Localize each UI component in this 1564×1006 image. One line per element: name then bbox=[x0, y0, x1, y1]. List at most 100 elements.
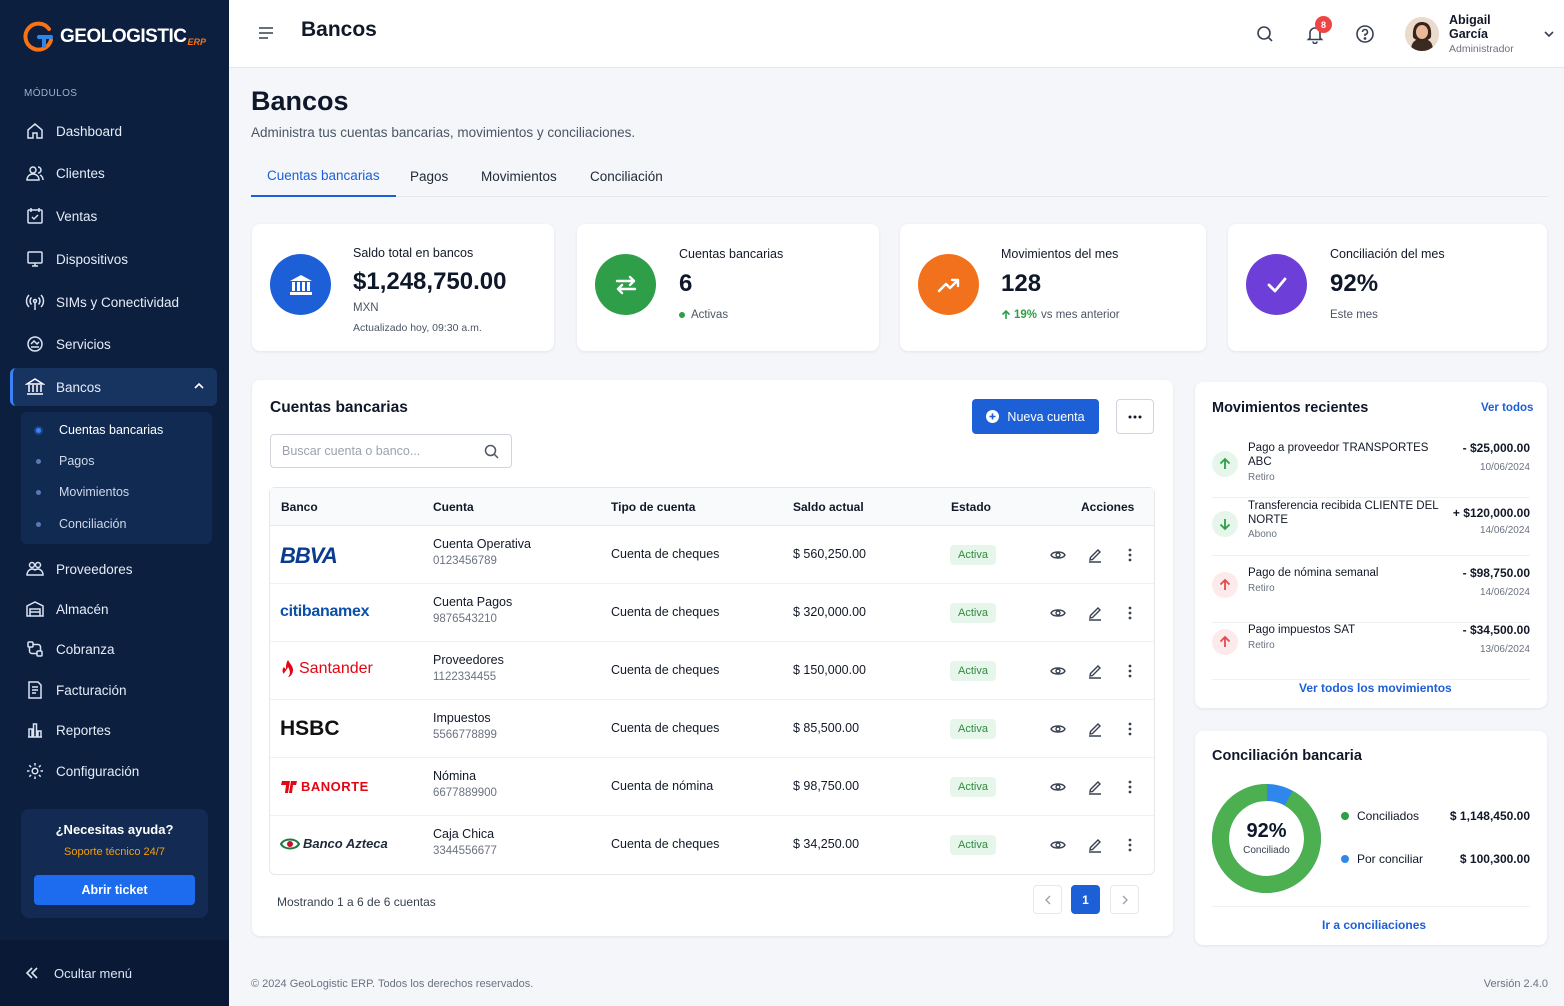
sidebar-item-ventas[interactable]: Ventas bbox=[10, 197, 217, 235]
sidebar-item-servicios[interactable]: Servicios bbox=[10, 325, 217, 363]
movement-item[interactable]: Pago impuestos SAT Retiro - $34,500.00 1… bbox=[1212, 623, 1530, 680]
movement-item[interactable]: Pago a proveedor TRANSPORTES ABC Retiro … bbox=[1212, 441, 1530, 498]
account-cell: Nómina 6677889900 bbox=[433, 769, 497, 799]
reports-icon bbox=[24, 719, 46, 741]
movement-amount: - $34,500.00 bbox=[1462, 623, 1530, 637]
search-icon[interactable] bbox=[1253, 22, 1277, 46]
sidebar-item-almacen[interactable]: Almacén bbox=[10, 590, 217, 628]
more-vertical-icon[interactable] bbox=[1120, 719, 1140, 739]
more-vertical-icon[interactable] bbox=[1120, 777, 1140, 797]
collapse-menu-button[interactable]: Ocultar menú bbox=[0, 940, 229, 1006]
movement-date: 14/06/2024 bbox=[1479, 587, 1530, 598]
sidebar-item-sims[interactable]: SIMs y Conectividad bbox=[10, 283, 217, 321]
bank-logo-citibanamex: citibanamex bbox=[280, 603, 370, 620]
new-account-label: Nueva cuenta bbox=[1007, 409, 1085, 424]
legend-value: $ 1,148,450.00 bbox=[1449, 809, 1530, 823]
table-row[interactable]: Banco Azteca Caja Chica 3344556677 Cuent… bbox=[270, 816, 1154, 874]
suppliers-icon bbox=[24, 558, 46, 580]
sidebar-item-reportes[interactable]: Reportes bbox=[10, 711, 217, 749]
movement-item[interactable]: Pago de nómina semanal Retiro - $98,750.… bbox=[1212, 566, 1530, 623]
more-options-button[interactable] bbox=[1116, 399, 1154, 434]
submenu-item-cuentas[interactable]: Cuentas bancarias bbox=[21, 416, 212, 444]
menu-icon[interactable] bbox=[257, 24, 275, 42]
edit-icon[interactable] bbox=[1085, 835, 1105, 855]
sidebar-item-dashboard[interactable]: Dashboard bbox=[10, 112, 217, 150]
open-ticket-button[interactable]: Abrir ticket bbox=[34, 875, 195, 905]
status-badge: Activa bbox=[950, 545, 996, 565]
movement-description: Pago impuestos SAT Retiro bbox=[1248, 623, 1448, 652]
view-icon[interactable] bbox=[1048, 835, 1068, 855]
arrow-up-icon bbox=[1212, 629, 1238, 655]
tab-pagos[interactable]: Pagos bbox=[410, 156, 448, 197]
check-icon bbox=[1246, 254, 1307, 315]
table-row[interactable]: BANORTE Nómina 6677889900 Cuenta de nómi… bbox=[270, 758, 1154, 816]
divider bbox=[1212, 906, 1530, 907]
search-icon[interactable] bbox=[484, 444, 499, 459]
account-search bbox=[270, 434, 512, 468]
view-icon[interactable] bbox=[1048, 603, 1068, 623]
sidebar-item-cobranza[interactable]: Cobranza bbox=[10, 630, 217, 668]
sidebar: GEOLOGISTIC ERP MÓDULOS Dashboard Client… bbox=[0, 0, 229, 1006]
movement-text: Pago a proveedor TRANSPORTES ABC bbox=[1248, 442, 1429, 468]
sidebar-item-configuracion[interactable]: Configuración bbox=[10, 752, 217, 790]
stat-note: vs mes anterior bbox=[1041, 309, 1120, 321]
reconciliation-donut: 92% Conciliado bbox=[1211, 783, 1322, 894]
page-button[interactable]: 1 bbox=[1071, 885, 1100, 914]
movement-date: 13/06/2024 bbox=[1479, 644, 1530, 655]
pagination-info: Mostrando 1 a 6 de 6 cuentas bbox=[277, 895, 436, 909]
user-menu[interactable]: Abigail García Administrador bbox=[1405, 13, 1555, 55]
prev-page-button[interactable] bbox=[1033, 885, 1062, 914]
sidebar-item-dispositivos[interactable]: Dispositivos bbox=[10, 240, 217, 278]
submenu-item-pagos[interactable]: Pagos bbox=[21, 447, 212, 475]
banorte-mark-icon bbox=[280, 780, 298, 793]
sidebar-item-facturacion[interactable]: Facturación bbox=[10, 671, 217, 709]
view-icon[interactable] bbox=[1048, 545, 1068, 565]
next-page-button[interactable] bbox=[1110, 885, 1139, 914]
view-icon[interactable] bbox=[1048, 719, 1068, 739]
view-all-movements-link[interactable]: Ver todos los movimientos bbox=[1299, 681, 1452, 695]
submenu-item-movimientos[interactable]: Movimientos bbox=[21, 478, 212, 506]
more-vertical-icon[interactable] bbox=[1120, 661, 1140, 681]
edit-icon[interactable] bbox=[1085, 719, 1105, 739]
stat-card-saldo: Saldo total en bancos $1,248,750.00 MXN … bbox=[252, 224, 554, 351]
sidebar-item-proveedores[interactable]: Proveedores bbox=[10, 550, 217, 588]
tab-movimientos[interactable]: Movimientos bbox=[481, 156, 557, 197]
tab-conciliacion[interactable]: Conciliación bbox=[590, 156, 663, 197]
account-cell: Cuenta Pagos 9876543210 bbox=[433, 595, 512, 625]
edit-icon[interactable] bbox=[1085, 777, 1105, 797]
search-input[interactable] bbox=[282, 435, 482, 467]
edit-icon[interactable] bbox=[1085, 545, 1105, 565]
more-vertical-icon[interactable] bbox=[1120, 603, 1140, 623]
account-number: 6677889900 bbox=[433, 787, 497, 799]
donut-caption: Conciliado bbox=[1243, 845, 1290, 856]
table-row[interactable]: citibanamex Cuenta Pagos 9876543210 Cuen… bbox=[270, 584, 1154, 642]
edit-icon[interactable] bbox=[1085, 603, 1105, 623]
movement-item[interactable]: Transferencia recibida CLIENTE DEL NORTE… bbox=[1212, 499, 1530, 556]
view-icon[interactable] bbox=[1048, 777, 1068, 797]
new-account-button[interactable]: Nueva cuenta bbox=[972, 399, 1099, 434]
sidebar-item-clientes[interactable]: Clientes bbox=[10, 154, 217, 192]
chevron-right-icon bbox=[1121, 895, 1129, 905]
stat-currency: MXN bbox=[353, 302, 379, 314]
help-icon[interactable] bbox=[1353, 22, 1377, 46]
more-vertical-icon[interactable] bbox=[1120, 835, 1140, 855]
tab-cuentas[interactable]: Cuentas bancarias bbox=[251, 156, 396, 197]
app-logo[interactable]: GEOLOGISTIC ERP bbox=[22, 20, 206, 54]
submenu-item-conciliacion[interactable]: Conciliación bbox=[21, 510, 212, 538]
table-row[interactable]: BBVA Cuenta Operativa 0123456789 Cuenta … bbox=[270, 526, 1154, 584]
table-row[interactable]: HSBC Impuestos 5566778899 Cuenta de cheq… bbox=[270, 700, 1154, 758]
table-row[interactable]: Santander Proveedores 1122334455 Cuenta … bbox=[270, 642, 1154, 700]
more-vertical-icon[interactable] bbox=[1120, 545, 1140, 565]
stat-card-conciliacion: Conciliación del mes 92% Este mes bbox=[1228, 224, 1547, 351]
accounts-title: Cuentas bancarias bbox=[270, 399, 408, 416]
legend-item-conciliados: Conciliados $ 1,148,450.00 bbox=[1341, 809, 1530, 823]
view-icon[interactable] bbox=[1048, 661, 1068, 681]
edit-icon[interactable] bbox=[1085, 661, 1105, 681]
account-type: Cuenta de cheques bbox=[611, 547, 720, 561]
movement-text: Pago de nómina semanal bbox=[1248, 567, 1379, 579]
donut-percent: 92% bbox=[1246, 820, 1287, 842]
go-to-reconciliations-link[interactable]: Ir a conciliaciones bbox=[1322, 918, 1426, 932]
view-all-link[interactable]: Ver todos bbox=[1481, 402, 1533, 414]
sidebar-item-bancos[interactable]: Bancos bbox=[10, 368, 217, 406]
movement-description: Pago de nómina semanal Retiro bbox=[1248, 566, 1448, 595]
